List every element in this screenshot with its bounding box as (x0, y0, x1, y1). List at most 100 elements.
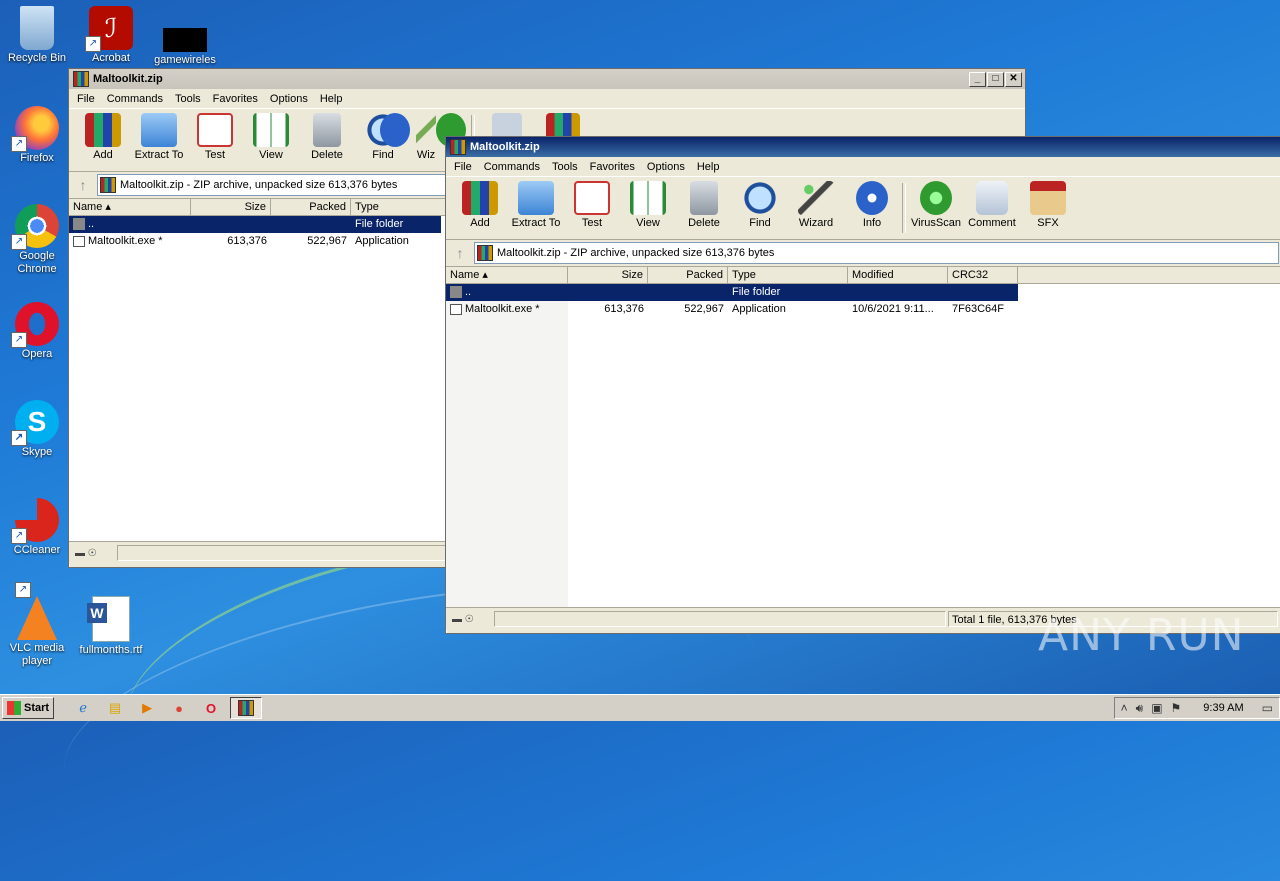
comment-button[interactable]: Comment (964, 177, 1020, 229)
column-header-modified[interactable]: Modified (848, 267, 948, 283)
desktop-icon-fullmonths[interactable]: W fullmonths.rtf (74, 596, 148, 657)
up-arrow-icon[interactable]: ↑ (69, 177, 97, 193)
exe-file-icon (450, 303, 462, 315)
shortcut-arrow-icon: ↗ (11, 136, 27, 152)
window-titlebar[interactable]: Maltoolkit.zip _ □ ✕ (69, 69, 1025, 89)
desktop-icon-chrome[interactable]: ↗ Google Chrome (0, 204, 74, 276)
menu-file[interactable]: File (448, 161, 478, 173)
view-button[interactable]: View (243, 109, 299, 161)
add-button[interactable]: Add (75, 109, 131, 161)
menu-options[interactable]: Options (264, 93, 314, 105)
folder-icon (141, 113, 177, 147)
table-row[interactable]: .. File folder (69, 216, 441, 233)
menu-options[interactable]: Options (641, 161, 691, 173)
desktop-icon-label: Acrobat (92, 52, 130, 64)
menu-help[interactable]: Help (314, 93, 349, 105)
winrar-taskbar-icon[interactable] (230, 697, 263, 719)
show-desktop-icon[interactable]: ▭ (1262, 701, 1273, 715)
chrome-taskbar-icon[interactable]: ● (166, 698, 192, 718)
desktop-icon-label: VLC media player (9, 642, 65, 667)
menu-file[interactable]: File (71, 93, 101, 105)
explorer-taskbar-icon[interactable]: ▤ (102, 698, 128, 718)
close-button[interactable]: ✕ (1005, 71, 1022, 87)
acrobat-icon: ℐ ↗ (85, 6, 133, 52)
magnifier-icon (742, 181, 778, 215)
desktop-icon-recycle-bin[interactable]: Recycle Bin (0, 6, 74, 65)
address-field[interactable]: Maltoolkit.zip - ZIP archive, unpacked s… (474, 242, 1279, 264)
wand-icon (798, 181, 834, 215)
table-row[interactable]: Maltoolkit.exe * 613,376 522,967 Applica… (446, 301, 1280, 318)
delete-button[interactable]: Delete (299, 109, 355, 161)
desktop-icon-opera[interactable]: ↗ Opera (0, 302, 74, 361)
action-center-flag-icon[interactable]: ⚑ (1171, 701, 1182, 715)
desktop-icon-acrobat[interactable]: ℐ ↗ Acrobat (74, 6, 148, 65)
column-header-crc32[interactable]: CRC32 (948, 267, 1018, 283)
ccleaner-icon: ↗ (11, 498, 59, 544)
toolbar-separator (902, 183, 906, 233)
toolbar: Add Extract To Test View Delete Find Wiz… (446, 176, 1280, 240)
desktop-icon-skype[interactable]: S ↗ Skype (0, 400, 74, 459)
window-titlebar[interactable]: Maltoolkit.zip (446, 137, 1280, 157)
shortcut-arrow-icon: ↗ (11, 332, 27, 348)
menu-commands[interactable]: Commands (478, 161, 546, 173)
find-button[interactable]: Find (732, 177, 788, 229)
menu-tools[interactable]: Tools (169, 93, 207, 105)
desktop-icon-vlc[interactable]: ↗ VLC media player (0, 582, 74, 668)
start-button[interactable]: Start (2, 697, 55, 719)
menu-bar: File Commands Tools Favorites Options He… (69, 89, 1025, 108)
maximize-button[interactable]: □ (987, 71, 1004, 87)
desktop-icon-firefox[interactable]: ↗ Firefox (0, 106, 74, 165)
winrar-icon (100, 177, 116, 193)
chevron-up-icon[interactable]: ˄ (1121, 701, 1128, 715)
desktop-icon-ccleaner[interactable]: ↗ CCleaner (0, 498, 74, 557)
anyrun-watermark: ANY RUN (1038, 610, 1245, 661)
drive-key-icon: ▬ ☉ (75, 547, 97, 559)
table-row[interactable]: .. File folder (446, 284, 1018, 301)
view-button[interactable]: View (620, 177, 676, 229)
add-button[interactable]: Add (452, 177, 508, 229)
menu-commands[interactable]: Commands (101, 93, 169, 105)
trash-icon (313, 113, 341, 147)
column-header-type[interactable]: Type (728, 267, 848, 283)
desktop-icon-label: CCleaner (13, 544, 61, 556)
menu-help[interactable]: Help (691, 161, 726, 173)
front-winrar-window[interactable]: Maltoolkit.zip File Commands Tools Favor… (445, 136, 1280, 634)
sfx-button[interactable]: SFX (1020, 177, 1076, 229)
file-list[interactable]: Name ▴ Size Packed Type Modified CRC32 .… (446, 267, 1280, 607)
volume-icon[interactable]: 🔊︎ (1136, 701, 1144, 716)
desktop-icon-label: fullmonths.rtf (79, 644, 143, 656)
menu-favorites[interactable]: Favorites (584, 161, 641, 173)
clock[interactable]: 9:39 AM (1203, 702, 1243, 714)
column-header-packed[interactable]: Packed (648, 267, 728, 283)
virusscan-button[interactable]: VirusScan (908, 177, 964, 229)
column-header-size[interactable]: Size (568, 267, 648, 283)
desktop-icon-gamewireles[interactable]: gamewireles (148, 6, 222, 67)
column-header-packed[interactable]: Packed (271, 199, 351, 215)
shortcut-arrow-icon: ↗ (15, 582, 31, 598)
ie-taskbar-icon[interactable]: ℯ (70, 698, 96, 718)
extract-to-button[interactable]: Extract To (508, 177, 564, 229)
info-button[interactable]: Info (844, 177, 900, 229)
column-header-name[interactable]: Name ▴ (69, 199, 191, 215)
minimize-button[interactable]: _ (969, 71, 986, 87)
delete-button[interactable]: Delete (676, 177, 732, 229)
test-button[interactable]: Test (187, 109, 243, 161)
folder-icon (518, 181, 554, 215)
status-left-cell (494, 611, 946, 627)
trash-icon (690, 181, 718, 215)
menu-tools[interactable]: Tools (546, 161, 584, 173)
wizard-button[interactable]: Wizard (788, 177, 844, 229)
column-header-name[interactable]: Name ▴ (446, 267, 568, 283)
virus-icon (920, 181, 952, 215)
media-player-taskbar-icon[interactable]: ▶ (134, 698, 160, 718)
wand-icon (416, 113, 436, 147)
opera-taskbar-icon[interactable]: O (198, 698, 224, 718)
vlc-icon: ↗ (15, 582, 57, 640)
test-button[interactable]: Test (564, 177, 620, 229)
network-icon[interactable]: ▣ (1151, 701, 1162, 715)
up-arrow-icon[interactable]: ↑ (446, 245, 474, 261)
column-header-size[interactable]: Size (191, 199, 271, 215)
menu-favorites[interactable]: Favorites (207, 93, 264, 105)
extract-to-button[interactable]: Extract To (131, 109, 187, 161)
windows-flag-icon (7, 701, 21, 715)
